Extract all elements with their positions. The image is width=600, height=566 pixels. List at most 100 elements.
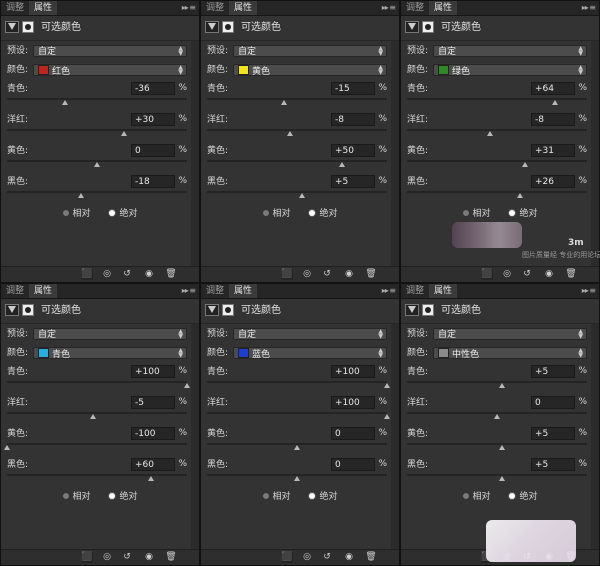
layer-mask-icon[interactable] — [22, 21, 34, 33]
black-slider-thumb[interactable] — [294, 476, 300, 481]
black-value-input[interactable]: +26 — [531, 175, 575, 188]
cyan-slider-thumb[interactable] — [184, 383, 190, 388]
yellow-slider-thumb[interactable] — [94, 162, 100, 167]
reset-icon[interactable]: ↺ — [121, 269, 133, 280]
yellow-slider-track[interactable] — [407, 443, 587, 450]
preset-dropdown[interactable]: 自定 ▲ ▼ — [433, 45, 587, 57]
magenta-slider-thumb[interactable] — [286, 131, 293, 136]
yellow-slider-thumb[interactable] — [294, 445, 300, 450]
cyan-slider-track[interactable] — [207, 98, 387, 105]
cyan-value-input[interactable]: +100 — [331, 365, 375, 378]
layer-mask-icon[interactable] — [422, 21, 434, 33]
cyan-slider-thumb[interactable] — [498, 383, 505, 388]
yellow-value-input[interactable]: -100 — [131, 427, 175, 440]
yellow-slider-track[interactable] — [207, 443, 387, 450]
clip-to-layer-icon[interactable]: ⬛ — [81, 552, 93, 563]
magenta-value-input[interactable]: +100 — [331, 396, 375, 409]
magenta-slider-thumb[interactable] — [486, 131, 493, 136]
cyan-slider-thumb[interactable] — [280, 100, 287, 105]
colors-dropdown[interactable]: 黄色 ▲ ▼ — [233, 64, 387, 77]
trash-icon[interactable]: 🗑 — [365, 269, 377, 280]
magenta-slider-track[interactable] — [7, 129, 187, 136]
magenta-slider-track[interactable] — [207, 412, 390, 419]
absolute-radio[interactable]: 绝对 — [109, 491, 137, 503]
black-slider-track[interactable] — [407, 191, 587, 198]
eye-icon[interactable]: ◉ — [143, 269, 155, 280]
clip-to-layer-icon[interactable]: ⬛ — [481, 269, 493, 280]
cyan-slider-track[interactable] — [207, 381, 390, 388]
trash-icon[interactable]: 🗑 — [565, 269, 577, 280]
yellow-slider-thumb[interactable] — [339, 162, 345, 167]
absolute-radio[interactable]: 绝对 — [109, 208, 137, 220]
trash-icon[interactable]: 🗑 — [165, 269, 177, 280]
tab-properties[interactable]: 属性 — [429, 284, 458, 298]
tab-adjustments[interactable]: 调整 — [1, 1, 29, 15]
tab-properties[interactable]: 属性 — [29, 284, 58, 298]
cyan-value-input[interactable]: +5 — [531, 365, 575, 378]
tab-adjustments[interactable]: 调整 — [401, 1, 429, 15]
reset-icon[interactable]: ↺ — [121, 552, 133, 563]
absolute-radio[interactable]: 绝对 — [309, 208, 337, 220]
tab-properties[interactable]: 属性 — [29, 1, 58, 15]
relative-radio[interactable]: 相对 — [262, 208, 291, 220]
black-value-input[interactable]: +5 — [531, 458, 575, 471]
eye-icon[interactable]: ◉ — [143, 552, 155, 563]
panel-collapse-menu-icon[interactable]: ▸▸ ≡ — [373, 1, 396, 15]
preset-dropdown[interactable]: 自定 ▲ ▼ — [233, 328, 387, 340]
reset-icon[interactable]: ↺ — [321, 269, 333, 280]
cyan-slider-thumb[interactable] — [61, 100, 68, 105]
clip-to-layer-icon[interactable]: ⬛ — [281, 552, 293, 563]
absolute-radio[interactable]: 绝对 — [309, 491, 337, 503]
cyan-slider-thumb[interactable] — [384, 383, 390, 388]
colors-dropdown[interactable]: 红色 ▲ ▼ — [33, 64, 187, 77]
colors-dropdown[interactable]: 青色 ▲ ▼ — [33, 347, 187, 360]
absolute-radio[interactable]: 绝对 — [509, 491, 537, 503]
black-slider-thumb[interactable] — [298, 193, 305, 198]
relative-radio[interactable]: 相对 — [462, 208, 491, 220]
magenta-slider-thumb[interactable] — [121, 131, 127, 136]
panel-scrollbar[interactable] — [191, 324, 199, 549]
tab-properties[interactable]: 属性 — [229, 284, 258, 298]
black-slider-track[interactable] — [7, 474, 187, 481]
black-slider-thumb[interactable] — [148, 476, 154, 481]
yellow-slider-track[interactable] — [407, 160, 587, 167]
magenta-value-input[interactable]: -8 — [531, 113, 575, 126]
tab-properties[interactable]: 属性 — [229, 1, 258, 15]
yellow-value-input[interactable]: +31 — [531, 144, 575, 157]
magenta-slider-thumb[interactable] — [384, 414, 390, 419]
panel-collapse-menu-icon[interactable]: ▸▸ ≡ — [573, 284, 596, 298]
colors-dropdown[interactable]: 蓝色 ▲ ▼ — [233, 347, 387, 360]
eye-icon[interactable]: ◉ — [343, 552, 355, 563]
relative-radio[interactable]: 相对 — [62, 491, 91, 503]
cyan-slider-track[interactable] — [407, 98, 587, 105]
preset-dropdown[interactable]: 自定 ▲ ▼ — [33, 45, 187, 57]
panel-scrollbar[interactable] — [391, 324, 399, 549]
panel-scrollbar[interactable] — [591, 324, 599, 549]
yellow-slider-track[interactable] — [7, 160, 187, 167]
preset-dropdown[interactable]: 自定 ▲ ▼ — [433, 328, 587, 340]
magenta-value-input[interactable]: -5 — [131, 396, 175, 409]
relative-radio[interactable]: 相对 — [262, 491, 291, 503]
black-slider-thumb[interactable] — [498, 476, 505, 481]
cyan-slider-track[interactable] — [7, 98, 187, 105]
colors-dropdown[interactable]: 绿色 ▲ ▼ — [433, 64, 587, 77]
panel-collapse-menu-icon[interactable]: ▸▸ ≡ — [573, 1, 596, 15]
layer-mask-icon[interactable] — [222, 304, 234, 316]
magenta-value-input[interactable]: +30 — [131, 113, 175, 126]
cyan-slider-track[interactable] — [7, 381, 190, 388]
trash-icon[interactable]: 🗑 — [165, 552, 177, 563]
absolute-radio[interactable]: 绝对 — [509, 208, 537, 220]
layer-mask-icon[interactable] — [222, 21, 234, 33]
tab-adjustments[interactable]: 调整 — [201, 1, 229, 15]
black-slider-track[interactable] — [407, 474, 587, 481]
panel-scrollbar[interactable] — [591, 41, 599, 266]
tab-adjustments[interactable]: 调整 — [401, 284, 429, 298]
view-previous-state-icon[interactable]: ◎ — [301, 552, 313, 563]
black-slider-track[interactable] — [207, 474, 387, 481]
yellow-value-input[interactable]: +50 — [331, 144, 375, 157]
view-previous-state-icon[interactable]: ◎ — [501, 269, 513, 280]
panel-scrollbar[interactable] — [391, 41, 399, 266]
yellow-slider-thumb[interactable] — [4, 445, 10, 450]
trash-icon[interactable]: 🗑 — [365, 552, 377, 563]
yellow-slider-track[interactable] — [207, 160, 387, 167]
